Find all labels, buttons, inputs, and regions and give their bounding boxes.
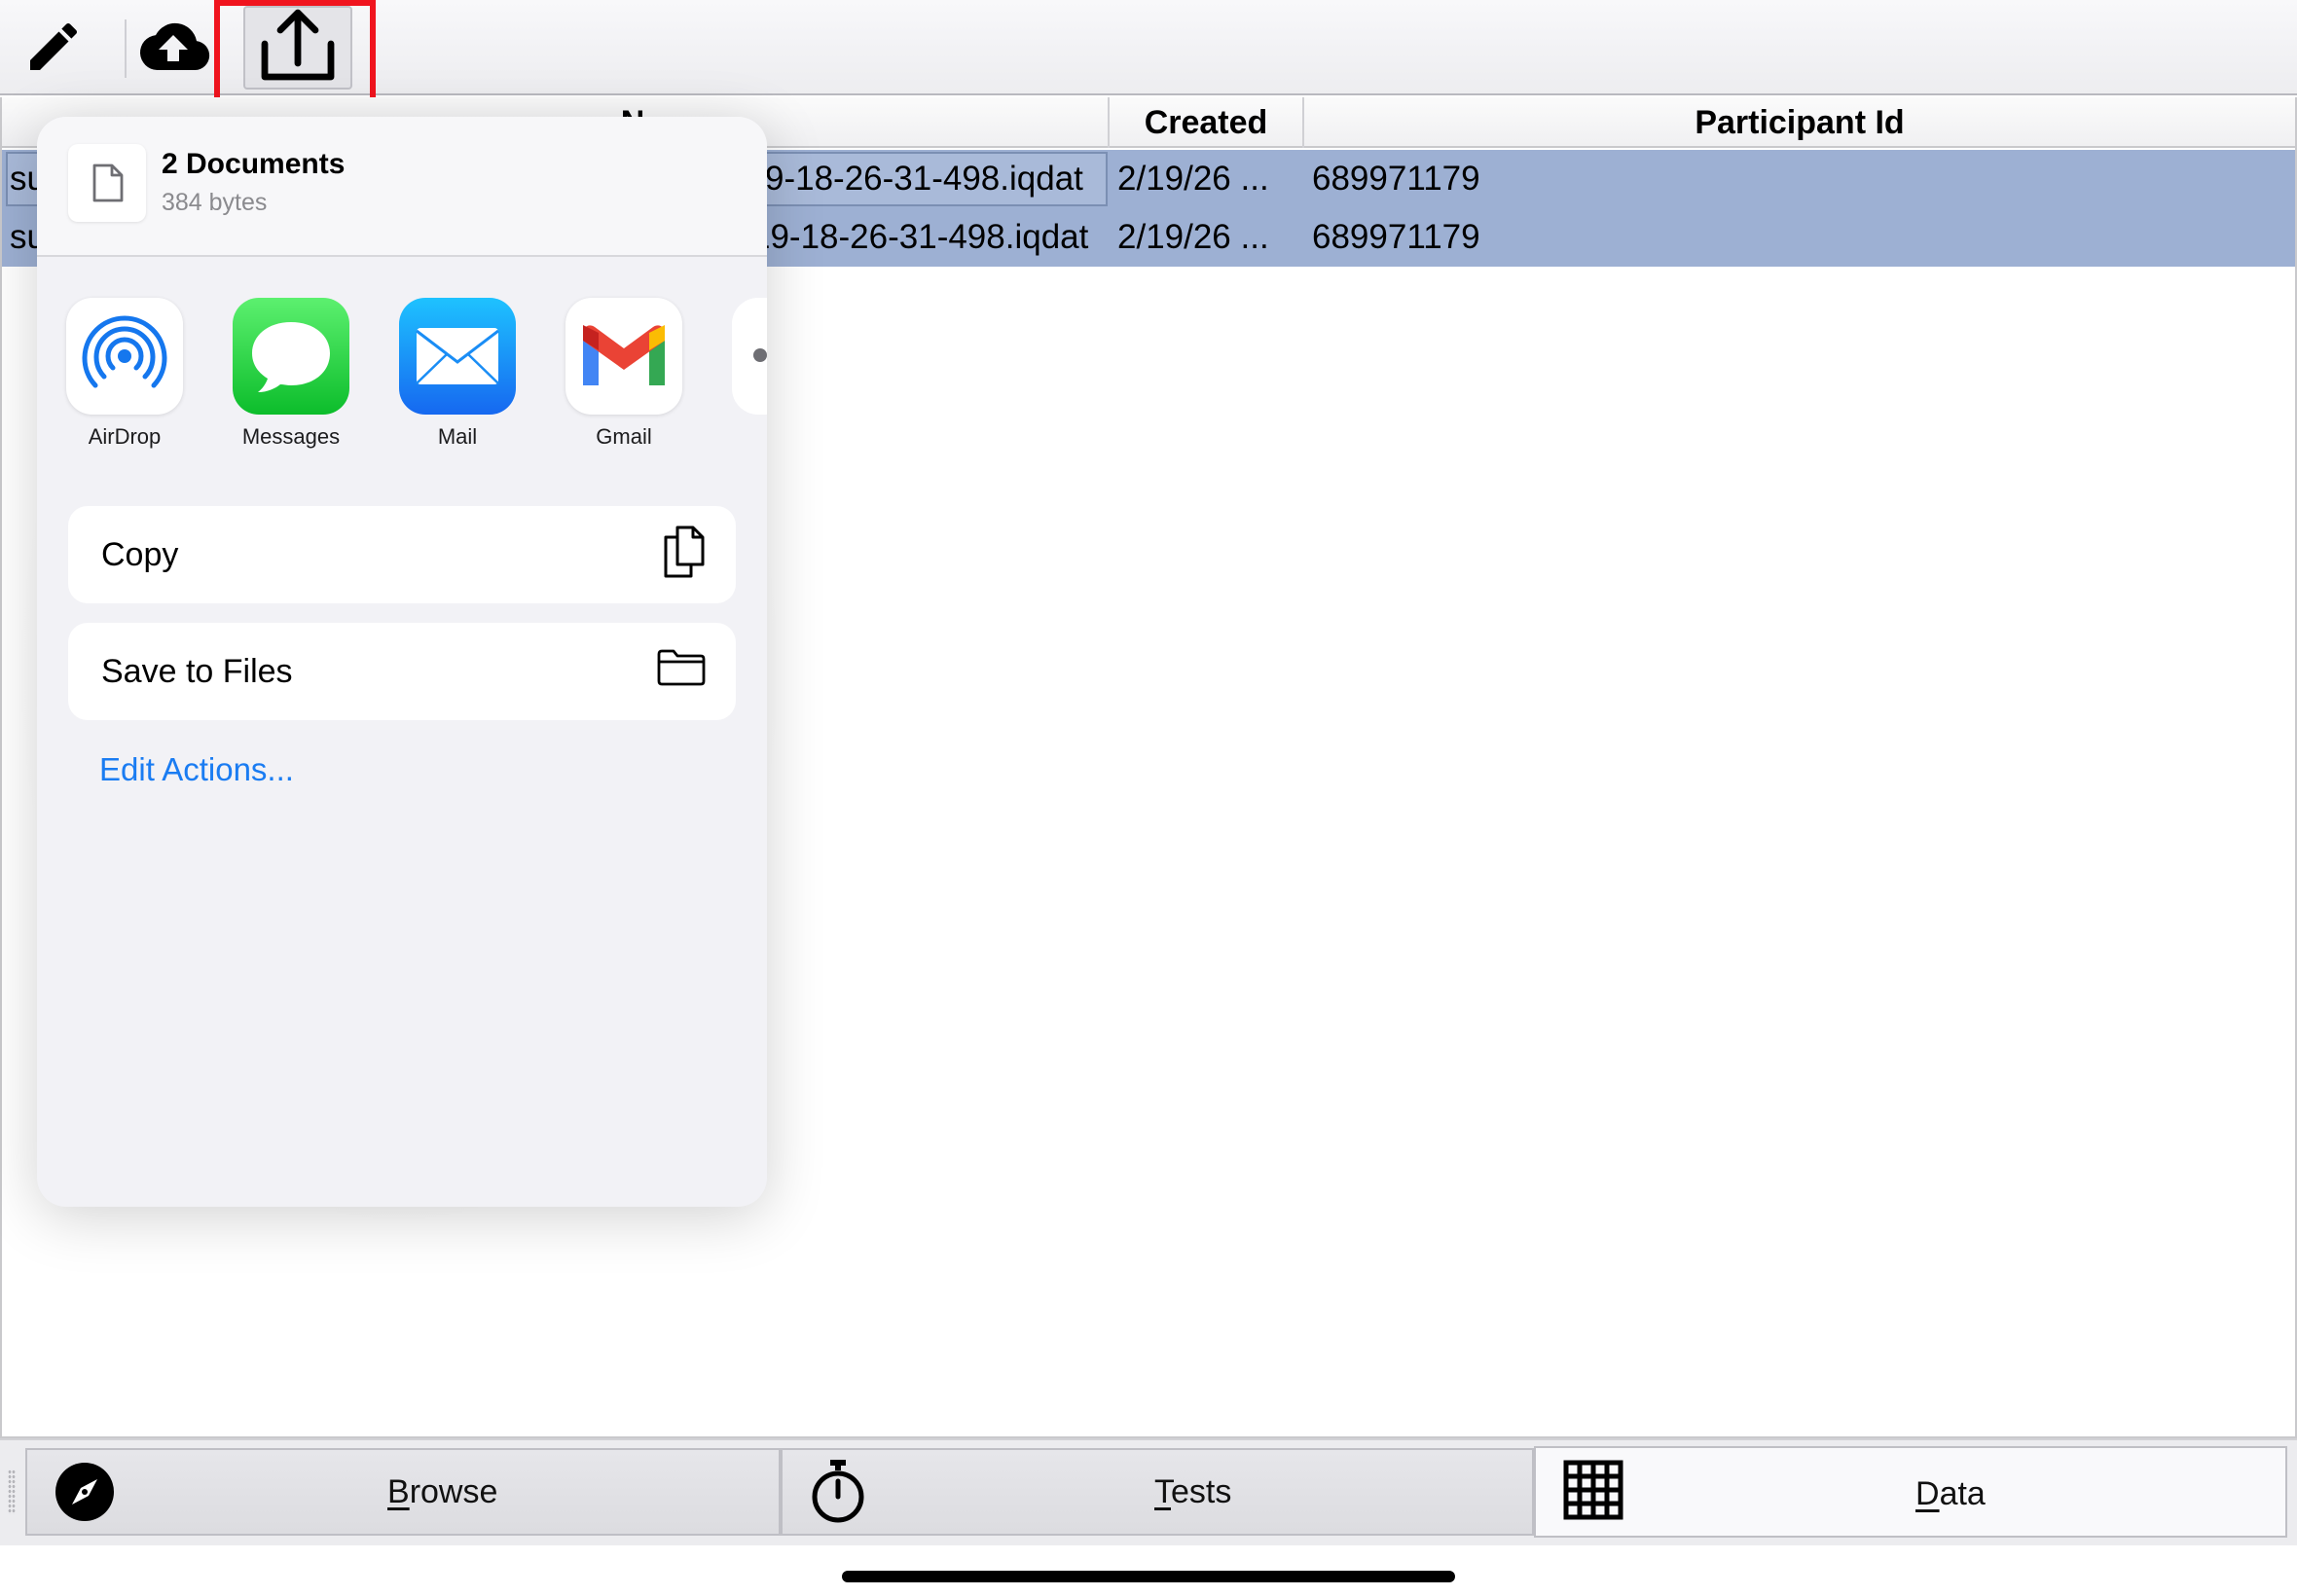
participant-id-cell: 689971179 [1312,218,1480,256]
tab-tests[interactable]: Tests [781,1448,1534,1536]
stopwatch-icon [810,1458,866,1531]
copy-label: Copy [101,535,179,573]
column-header-created[interactable]: Created [1110,97,1304,148]
messages-icon [233,298,349,415]
upload-button[interactable] [132,6,214,91]
tab-label: Browse [387,1473,498,1510]
toolbar [0,0,2297,105]
app-label: Mail [437,424,478,449]
edit-actions-link[interactable]: Edit Actions... [99,751,294,788]
grid-icon [1563,1460,1623,1525]
share-sheet-header: 2 Documents 384 bytes [37,117,767,257]
app-label: Messages [241,424,341,449]
app-more-partial[interactable] [732,298,767,415]
tab-bar: Browse Tests Data [0,1438,2297,1545]
app-mail[interactable]: Mail [384,298,530,450]
tab-data[interactable]: Data [1534,1446,2287,1538]
more-dot-icon [753,348,767,362]
cloud-upload-icon [135,18,211,81]
name-cell: 19-18-26-31-498.iqdat [751,218,1089,256]
pencil-icon [22,16,85,83]
created-cell: 2/19/26 ... [1117,218,1269,256]
name-cell: 9-18-26-31-498.iqdat [765,160,1083,198]
column-header-participant-id[interactable]: Participant Id [1304,97,2295,148]
app-label: AirDrop [88,424,162,449]
folder-icon [656,648,707,696]
participant-id-cell: 689971179 [1312,160,1480,198]
created-cell: 2/19/26 ... [1117,160,1269,198]
share-title: 2 Documents [162,148,346,180]
share-button[interactable] [243,6,352,90]
edit-button[interactable] [10,6,97,91]
share-subtitle: 384 bytes [162,189,268,216]
document-icon [68,144,146,222]
app-messages[interactable]: Messages [218,298,364,450]
app-airdrop[interactable]: AirDrop [52,298,198,450]
app-label: Gmail [596,424,652,449]
copy-action[interactable]: Copy [68,506,736,603]
tab-label: Data [1915,1475,1986,1512]
toolbar-divider [125,19,127,78]
save-to-files-label: Save to Files [101,652,293,690]
tab-label: Tests [1154,1473,1232,1510]
resize-grip[interactable] [8,1469,16,1514]
compass-icon [55,1462,115,1527]
tab-browse[interactable]: Browse [25,1448,781,1536]
home-indicator [842,1571,1455,1582]
save-to-files-action[interactable]: Save to Files [68,623,736,720]
gmail-icon [565,298,682,415]
mail-icon [399,298,516,415]
share-icon [259,9,337,88]
airdrop-icon [66,298,183,415]
app-gmail[interactable]: Gmail [551,298,697,450]
share-sheet: 2 Documents 384 bytes AirDrop Messages M… [37,117,767,1207]
copy-icon [660,524,707,587]
